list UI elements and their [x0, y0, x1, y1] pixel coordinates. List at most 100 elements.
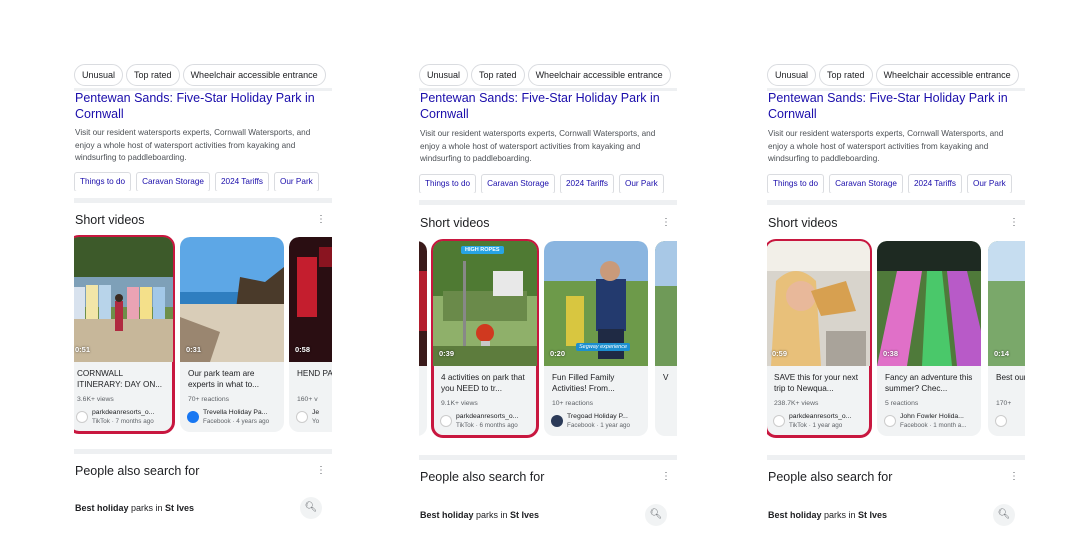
result-title[interactable]: Pentewan Sands: Five-Star Holiday Park i… [768, 91, 1013, 122]
video-card[interactable]: 0:51 CORNWALL ITINERARY: DAY ON... 3.6K+… [74, 235, 175, 434]
chip-wheelchair[interactable]: Wheelchair accessible entrance [527, 64, 671, 86]
video-duration: 0:14 [994, 349, 1010, 358]
search-icon[interactable]: 🔍︎ [645, 504, 667, 526]
related-search-item[interactable]: Best holiday parks in St Ives [75, 503, 194, 513]
sitelink-our-park[interactable]: Our Park [619, 174, 664, 193]
result-title[interactable]: Pentewan Sands: Five-Star Holiday Park i… [420, 91, 665, 122]
section-separator [74, 449, 332, 454]
sitelink-things-to-do[interactable]: Things to do [419, 174, 477, 193]
video-card[interactable]: 0:38 Fancy an adventure this summer? Che… [877, 241, 981, 436]
video-thumbnail: 0:51 [74, 237, 173, 362]
video-views: 9.1K+ views [441, 400, 478, 407]
video-card[interactable]: 0:31 Our park team are experts in what t… [180, 237, 284, 432]
section-separator [419, 455, 677, 460]
video-reactions: 5 reactions [885, 400, 919, 407]
video-card[interactable]: 0:14 Best our T 170+ [988, 241, 1025, 436]
video-title: Best our T [996, 373, 1025, 382]
filter-chips: Unusual Top rated Wheelchair accessible en… [767, 64, 1025, 86]
video-source: parkdeanresorts_o... TikTok · 6 months a… [440, 413, 535, 431]
chip-top-rated[interactable]: Top rated [471, 64, 525, 86]
video-duration: 0:31 [186, 345, 202, 354]
tiktok-icon [76, 411, 88, 423]
video-overlay-tag: Segway experience [576, 343, 631, 351]
related-search-item[interactable]: Best holiday parks in St Ives [420, 510, 539, 520]
video-thumbnail: 0:14 [988, 241, 1025, 366]
search-icon[interactable]: 🔍︎ [993, 504, 1015, 526]
video-source: parkdeanresorts_o... TikTok · 7 months a… [76, 409, 171, 427]
chip-unusual[interactable]: Unusual [419, 64, 469, 86]
sitelink-tariffs[interactable]: 2024 Tariffs [907, 174, 962, 193]
video-card[interactable]: V [655, 241, 677, 436]
video-source: Tregoad Holiday P... Facebook · 1 year a… [551, 413, 646, 431]
chip-wheelchair[interactable]: Wheelchair accessible entrance [875, 64, 1019, 86]
avatar [884, 415, 896, 427]
source-platform-date: TikTok · 1 year ago [789, 422, 843, 429]
filter-chips: Unusual Top rated Wheelchair accessible en… [419, 64, 677, 86]
chip-unusual[interactable]: Unusual [74, 64, 124, 86]
sitelink-our-park[interactable]: Our Park [967, 174, 1012, 193]
more-vert-icon[interactable]: ⋮ [316, 466, 326, 476]
sitelink-things-to-do[interactable]: Things to do [767, 174, 825, 193]
avatar [296, 411, 308, 423]
video-title: V [663, 373, 669, 382]
more-vert-icon[interactable]: ⋮ [661, 472, 671, 482]
result-title[interactable]: Pentewan Sands: Five-Star Holiday Park i… [75, 91, 320, 122]
video-thumbnail: 0:59 [767, 241, 870, 366]
video-views: 160+ v [297, 396, 318, 403]
video-views: 238.7K+ views [774, 400, 819, 407]
result-description: Visit our resident watersports experts, … [768, 129, 1004, 163]
video-card[interactable]: Segway experience 0:20 Fun Filled Family… [544, 241, 648, 436]
video-card[interactable]: 0:59 SAVE this for your next trip to New… [767, 239, 872, 438]
more-vert-icon[interactable]: ⋮ [1009, 218, 1019, 228]
tiktok-icon [440, 415, 452, 427]
short-videos-heading: Short videos [420, 216, 490, 230]
sitelink-tariffs[interactable]: 2024 Tariffs [559, 174, 614, 193]
related-search-item[interactable]: Best holiday parks in St Ives [768, 510, 887, 520]
chip-unusual[interactable]: Unusual [767, 64, 817, 86]
sitelinks: Things to do Caravan Storage 2024 Tariffs O… [74, 171, 332, 191]
video-card[interactable] [419, 241, 427, 436]
video-source: Je Yo [296, 409, 332, 427]
source-name: Trevella Holiday Pa... [203, 409, 268, 416]
people-also-search-heading: People also search for [768, 470, 893, 484]
video-title: HEND PARK [297, 369, 332, 378]
sitelink-caravan-storage[interactable]: Caravan Storage [481, 174, 555, 193]
source-platform-date: TikTok · 7 months ago [92, 418, 154, 425]
sitelinks: Things to do Caravan Storage 2024 Tariffs O… [419, 173, 677, 193]
facebook-icon [187, 411, 199, 423]
video-title: Fun Filled Family Activities! From... [552, 373, 615, 393]
sitelink-caravan-storage[interactable]: Caravan Storage [136, 172, 210, 191]
video-thumbnail: 0:58 [289, 237, 332, 362]
chip-top-rated[interactable]: Top rated [126, 64, 180, 86]
search-panel-1: Unusual Top rated Wheelchair accessible en… [74, 0, 332, 554]
video-card[interactable]: 0:58 HEND PARK 160+ v Je Yo [289, 237, 332, 432]
result-description: Visit our resident watersports experts, … [75, 128, 311, 162]
video-source [995, 413, 1025, 431]
short-videos-heading: Short videos [768, 216, 838, 230]
video-duration: 0:39 [439, 349, 455, 358]
source-platform-date: Facebook · 1 month a... [900, 422, 967, 429]
more-vert-icon[interactable]: ⋮ [661, 218, 671, 228]
chip-top-rated[interactable]: Top rated [819, 64, 873, 86]
sitelink-things-to-do[interactable]: Things to do [74, 172, 132, 191]
more-vert-icon[interactable]: ⋮ [1009, 472, 1019, 482]
video-duration: 0:38 [883, 349, 899, 358]
source-name: Tregoad Holiday P... [567, 413, 628, 420]
video-thumbnail: Segway experience 0:20 [544, 241, 648, 366]
section-separator [767, 455, 1025, 460]
search-icon[interactable]: 🔍︎ [300, 497, 322, 519]
source-platform-date: Facebook · 4 years ago [203, 418, 270, 425]
people-also-search-heading: People also search for [420, 470, 545, 484]
sitelink-our-park[interactable]: Our Park [274, 172, 319, 191]
more-vert-icon[interactable]: ⋮ [316, 215, 326, 225]
video-title: 4 activities on park that you NEED to tr… [441, 373, 525, 393]
chip-wheelchair[interactable]: Wheelchair accessible entrance [182, 64, 326, 86]
video-source: parkdeanresorts_o... TikTok · 1 year ago [773, 413, 868, 431]
video-card[interactable]: HIGH ROPES 0:39 4 activities on park tha… [431, 239, 539, 438]
video-duration: 0:51 [75, 345, 91, 354]
sitelink-caravan-storage[interactable]: Caravan Storage [829, 174, 903, 193]
sitelink-tariffs[interactable]: 2024 Tariffs [214, 172, 269, 191]
video-views: 3.6K+ views [77, 396, 114, 403]
avatar [551, 415, 563, 427]
video-views: 170+ [996, 400, 1012, 407]
